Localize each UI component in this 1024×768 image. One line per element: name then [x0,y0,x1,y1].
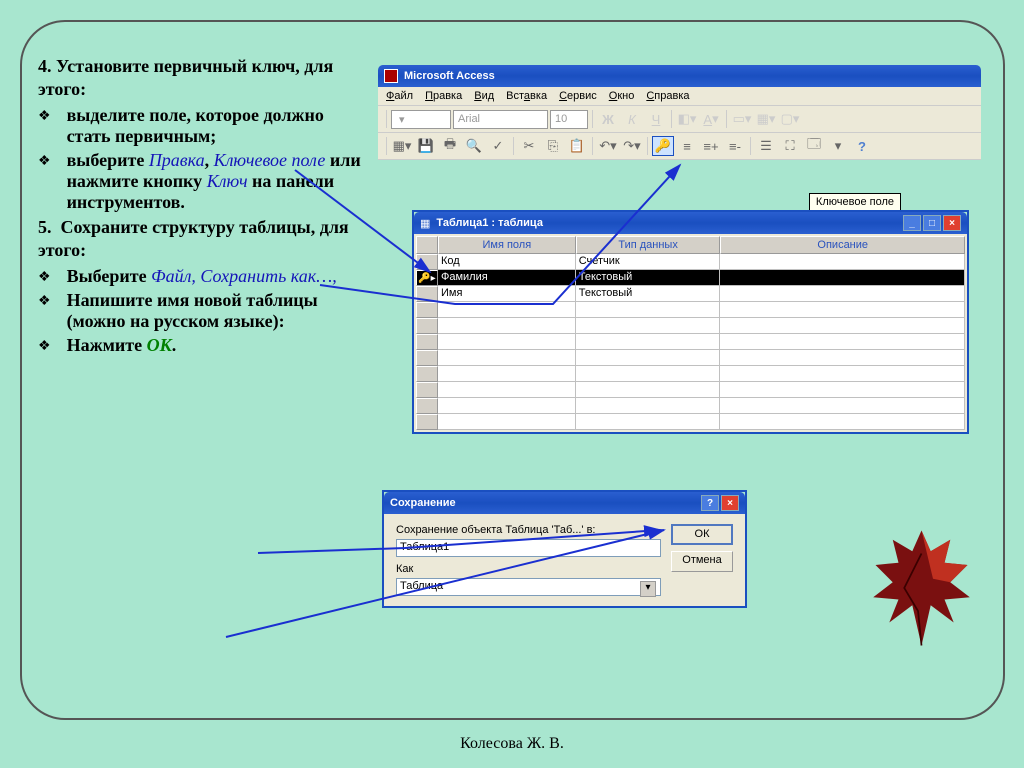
col-datatype[interactable]: Тип данных [576,236,721,254]
insert-row-icon[interactable]: ≡+ [700,136,722,156]
fill-color-icon[interactable]: ◧▾ [676,109,698,129]
row-selector[interactable]: 🔑▸ [416,270,438,286]
save-dialog: Сохранение ? × Сохранение объекта Таблиц… [382,490,747,608]
properties-icon[interactable]: ☰ [755,136,777,156]
menu-bar: Файл Правка Вид Вставка Сервис Окно Спра… [378,87,981,106]
close-button[interactable]: × [943,215,961,231]
redo-icon[interactable]: ↷▾ [621,136,643,156]
table-row [416,414,965,430]
save-prompt: Сохранение объекта Таблица 'Таб...' в: [396,524,661,536]
save-as-combo[interactable]: Таблица [396,578,661,596]
object-combo[interactable]: ▾ [391,110,451,129]
table-title: Таблица1 : таблица [436,217,903,229]
app-titlebar[interactable]: Microsoft Access [378,65,981,87]
table-row: Код Счетчик [416,254,965,270]
field-grid: Имя поля Тип данных Описание Код Счетчик… [416,236,965,430]
underline-icon[interactable]: Ч [645,109,667,129]
dialog-title: Сохранение [390,497,701,509]
minimize-button[interactable]: _ [903,215,921,231]
table-row [416,318,965,334]
indexes-icon[interactable]: ≡ [676,136,698,156]
cancel-button[interactable]: Отмена [671,551,733,572]
maximize-button[interactable]: □ [923,215,941,231]
builder-icon[interactable]: ⛶ [779,136,801,156]
instruction-panel: 4. Установите первичный ключ, для этого:… [38,52,368,359]
undo-icon[interactable]: ↶▾ [597,136,619,156]
fontsize-combo[interactable]: 10 [550,110,588,129]
preview-icon[interactable]: 🔍 [463,136,485,156]
table-row: Имя Текстовый [416,286,965,302]
table-row [416,382,965,398]
key-tooltip: Ключевое поле [809,193,901,211]
line-icon[interactable]: ▭▾ [731,109,753,129]
col-description[interactable]: Описание [720,236,965,254]
table-row-selected: 🔑▸ Фамилия Текстовый [416,270,965,286]
ok-button[interactable]: ОК [671,524,733,545]
as-label: Как [396,563,661,575]
bullet-select-field: ❖выделите поле, которое должно стать пер… [38,105,368,147]
font-color-icon[interactable]: A▾ [700,109,722,129]
close-button[interactable]: × [721,495,739,511]
row-selector[interactable] [416,286,438,302]
slide-footer: Колесова Ж. В. [0,735,1024,753]
primary-key-icon[interactable]: 🔑 [652,136,674,156]
spellcheck-icon[interactable]: ✓ [487,136,509,156]
bold-icon[interactable]: Ж [597,109,619,129]
3d-icon[interactable]: ▢▾ [779,109,801,129]
delete-row-icon[interactable]: ≡- [724,136,746,156]
table-titlebar[interactable]: ▦ Таблица1 : таблица _ □ × [414,212,967,234]
menu-help[interactable]: Справка [646,90,689,102]
standard-toolbar: ▦▾ 💾 🖶 🔍 ✓ ✂ ⎘ 📋 ↶▾ ↷▾ 🔑 ≡ ≡+ ≡- ☰ ⛶ 🗔 ▾… [378,133,981,160]
bullet-write-name: ❖Напишите имя новой таблицы (можно на ру… [38,290,368,332]
menu-view[interactable]: Вид [474,90,494,102]
menu-window[interactable]: Окно [609,90,635,102]
menu-edit[interactable]: Правка [425,90,462,102]
col-fieldname[interactable]: Имя поля [438,236,576,254]
maple-leaf-decoration [864,518,979,658]
paste-icon[interactable]: 📋 [566,136,588,156]
table-icon: ▦ [420,217,430,230]
table-row [416,350,965,366]
help-button[interactable]: ? [701,495,719,511]
menu-insert[interactable]: Вставка [506,90,547,102]
table-row [416,302,965,318]
table-row [416,398,965,414]
menu-file[interactable]: Файл [386,90,413,102]
table-design-window: ▦ Таблица1 : таблица _ □ × Имя поля Тип … [412,210,969,434]
formatting-toolbar: ▾ Arial 10 Ж К Ч ◧▾ A▾ ▭▾ ▦▾ ▢▾ [378,106,981,133]
menu-service[interactable]: Сервис [559,90,597,102]
save-icon[interactable]: 💾 [415,136,437,156]
help-icon[interactable]: ? [851,136,873,156]
bullet-choose-edit: ❖ выберите Правка, Ключевое поле или наж… [38,150,368,213]
table-row [416,366,965,382]
table-row [416,334,965,350]
step-4: 4. Установите первичный ключ, для этого: [38,55,368,102]
db-window-icon[interactable]: 🗔 [803,136,825,156]
border-icon[interactable]: ▦▾ [755,109,777,129]
font-combo[interactable]: Arial [453,110,548,129]
print-icon[interactable]: 🖶 [439,136,461,156]
copy-icon[interactable]: ⎘ [542,136,564,156]
table-name-input[interactable]: Таблица1 [396,539,661,557]
cut-icon[interactable]: ✂ [518,136,540,156]
step-5: 5. Сохраните структуру таблицы, для этог… [38,216,368,263]
italic-icon[interactable]: К [621,109,643,129]
bullet-press-ok: ❖ Нажмите ОК. [38,335,368,356]
access-window: Microsoft Access Файл Правка Вид Вставка… [378,65,981,160]
access-icon [384,69,398,83]
app-title: Microsoft Access [404,70,975,82]
view-icon[interactable]: ▦▾ [391,136,413,156]
bullet-file-saveas: ❖ Выберите Файл, Сохранить как…, [38,266,368,287]
row-selector[interactable] [416,254,438,270]
new-object-icon[interactable]: ▾ [827,136,849,156]
dialog-titlebar[interactable]: Сохранение ? × [384,492,745,514]
